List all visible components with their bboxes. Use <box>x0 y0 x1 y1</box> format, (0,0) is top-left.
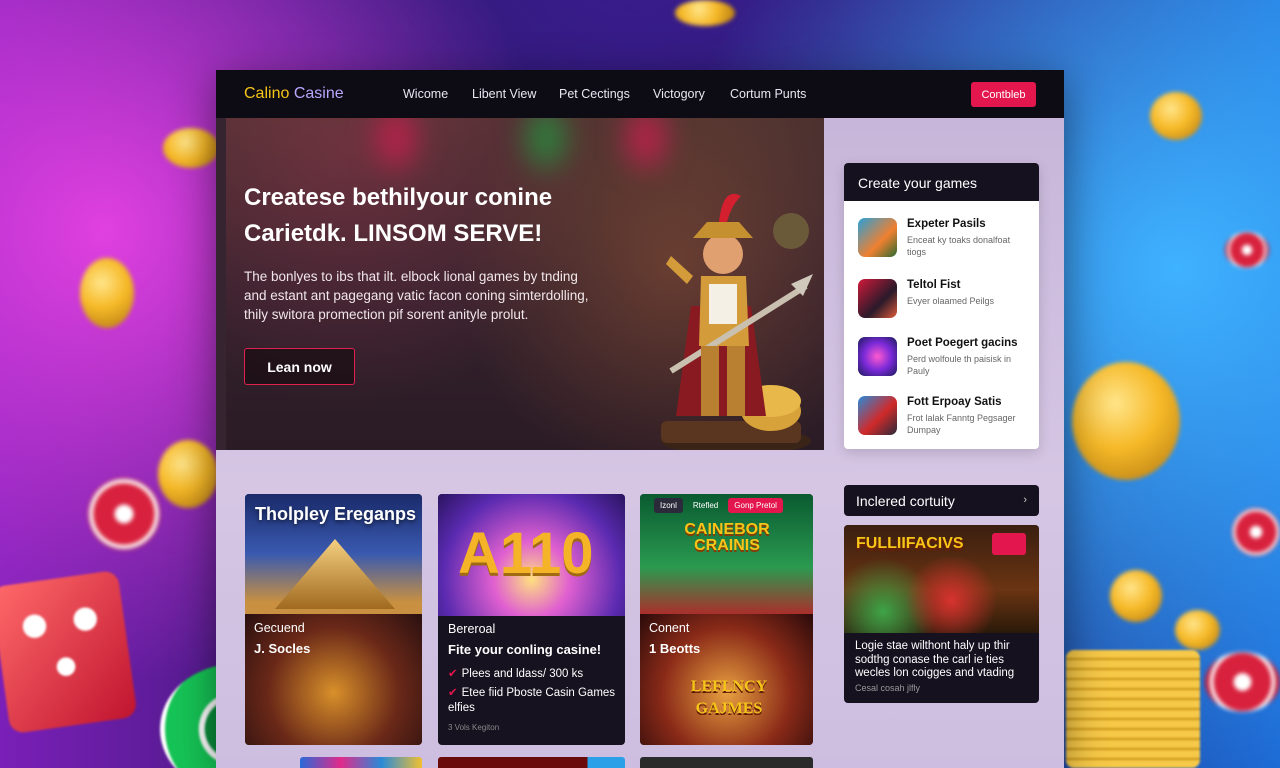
brand-name-part2: Casine <box>293 85 344 102</box>
card-subtitle: J. Socles <box>254 641 311 656</box>
card-footer: 3 Vols Kegiton <box>448 723 500 732</box>
section-title: Inclered cortuity <box>856 493 955 509</box>
top-navigation-bar: Calino Casine Wicome Libent View Pet Cec… <box>216 70 1064 118</box>
game-title: Expeter Pasils <box>907 218 986 230</box>
next-row-card <box>640 757 813 768</box>
game-list-item[interactable]: Expeter Pasils Enceat ky toaks donalfoat… <box>858 218 1030 268</box>
card-top-tabs: Izonl Rtefled Gonp Pretol <box>654 498 783 513</box>
game-thumbnail <box>858 396 897 435</box>
dice-decoration <box>0 569 138 735</box>
card-artwork-title: LEFLNCY GAJMES <box>690 678 768 717</box>
card-headline: Fite your conling casine! <box>448 642 602 657</box>
hero-headline-line1: Createse bethilyour conine <box>244 184 553 211</box>
game-title: Teltol Fist <box>907 279 961 291</box>
hero-glow <box>376 118 416 168</box>
hero-description: The bonlyes to ibs that ilt. elbock lion… <box>244 269 589 322</box>
chip-decoration <box>1205 652 1280 712</box>
tab-rtefled[interactable]: Rtefled <box>689 498 722 513</box>
coin-decoration <box>1110 570 1162 622</box>
game-description: Enceat ky toaks donalfoat tiogs <box>907 235 1011 257</box>
coin-decoration <box>158 440 218 508</box>
tab-izonl[interactable]: Izonl <box>654 498 683 513</box>
nav-item-live-view[interactable]: Libent View <box>472 87 537 101</box>
game-title: Poet Poegert gacins <box>907 337 1018 349</box>
card-category: Gecuend <box>254 621 305 635</box>
card-bullet: ✔ Plees and ldass/ 300 ks <box>448 666 618 680</box>
tab-gonp-pretol[interactable]: Gonp Pretol <box>728 498 783 513</box>
card-artwork: A110 <box>438 494 625 616</box>
brand-name-part1: Calino <box>244 85 290 102</box>
next-row-card <box>438 757 625 768</box>
community-meta: Cesal cosah jlfly <box>855 683 921 693</box>
card-title: CAINEBOR CRAINIS <box>684 521 770 554</box>
game-thumbnail <box>858 337 897 376</box>
card-bullet: ✔ Etee fiid Pboste Casin Games elfies <box>448 686 620 716</box>
coin-decoration <box>675 0 735 26</box>
nav-item-victogory[interactable]: Victogory <box>653 87 708 101</box>
game-thumbnail <box>858 279 897 318</box>
game-thumbnail <box>858 218 897 257</box>
temple-illustration <box>275 539 395 609</box>
nav-item-welcome[interactable]: Wicome <box>403 87 450 101</box>
card-title: FULLIIFACIVS <box>856 535 964 552</box>
card-artwork: FULLIIFACIVS <box>844 525 1039 633</box>
coin-decoration <box>1150 92 1202 140</box>
game-description: Evyer olaamed Peilgs <box>907 296 995 306</box>
hero-glow <box>626 118 666 168</box>
game-description: Frot lalak Fanntg Pegsager Dumpay <box>907 413 1016 435</box>
hero-character-illustration <box>661 193 813 450</box>
hero-headline: Createse bethilyour conine Carietdk. LIN… <box>244 180 624 252</box>
included-community-header[interactable]: Inclered cortuity › <box>844 485 1039 516</box>
card-artwork: Izonl Rtefled Gonp Pretol CAINEBOR CRAIN… <box>640 494 813 616</box>
game-card[interactable]: Tholpley Ereganps Gecuend J. Socles <box>245 494 422 745</box>
game-list-item[interactable]: Poet Poegert gacins Perd wolfoule th pai… <box>858 337 1030 387</box>
hero-edge <box>216 118 226 450</box>
coin-decoration <box>163 128 219 168</box>
top-cta-button[interactable]: Contbleb <box>971 82 1036 107</box>
game-card[interactable]: Izonl Rtefled Gonp Pretol CAINEBOR CRAIN… <box>640 494 813 745</box>
card-badge <box>992 533 1026 555</box>
chevron-right-icon[interactable]: › <box>1023 494 1027 506</box>
chip-decoration <box>1225 232 1269 268</box>
card-title: Tholpley Ereganps <box>255 504 417 524</box>
card-category: Bereroal <box>448 622 496 636</box>
bonus-amount-title: A110 <box>458 521 594 586</box>
promo-card[interactable]: A110 Bereroal Fite your conling casine! … <box>438 494 625 745</box>
chip-decoration <box>88 478 160 550</box>
main-nav: Wicome Libent View Pet Cectings Victogor… <box>403 87 828 101</box>
community-description: Logie stae wilthont haly up thir sodthg … <box>855 640 1015 679</box>
learn-now-button[interactable]: Lean now <box>244 348 355 385</box>
card-category: Conent <box>649 621 690 635</box>
check-icon: ✔ <box>448 668 458 680</box>
hero-headline-line2: Carietdk. LINSOM SERVE! <box>244 220 543 247</box>
hero-banner: Createse bethilyour conine Carietdk. LIN… <box>226 118 824 450</box>
card-subtitle: 1 Beotts <box>649 641 701 656</box>
game-list-item[interactable]: Teltol Fist Evyer olaamed Peilgs <box>858 279 1030 329</box>
chip-decoration <box>1232 508 1280 556</box>
nav-item-pet-cectings[interactable]: Pet Cectings <box>559 87 631 101</box>
game-list-item[interactable]: Fott Erpoay Satis Frot lalak Fanntg Pegs… <box>858 396 1030 446</box>
game-description: Perd wolfoule th paisisk in Pauly <box>907 354 1012 376</box>
app-window: Calino Casine Wicome Libent View Pet Cec… <box>216 70 1064 768</box>
next-row-card <box>300 757 422 768</box>
hero-glow <box>526 118 566 168</box>
coin-decoration <box>1175 610 1220 650</box>
brand-logo[interactable]: Calino Casine <box>244 85 344 103</box>
bullet-text: Plees and ldass/ 300 ks <box>461 668 584 680</box>
nav-item-cortum-punts[interactable]: Cortum Punts <box>730 87 806 101</box>
check-icon: ✔ <box>448 687 458 699</box>
coin-stack-decoration <box>1066 650 1200 768</box>
panel-title: Create your games <box>844 163 1039 201</box>
bullet-text: Etee fiid Pboste Casin Games elfies <box>448 687 616 714</box>
coin-decoration <box>80 258 134 328</box>
community-card[interactable]: FULLIIFACIVS Logie stae wilthont haly up… <box>844 525 1039 703</box>
coin-decoration <box>1072 362 1180 480</box>
game-title: Fott Erpoay Satis <box>907 396 1002 408</box>
create-games-panel: Create your games Expeter Pasils Enceat … <box>844 163 1039 449</box>
